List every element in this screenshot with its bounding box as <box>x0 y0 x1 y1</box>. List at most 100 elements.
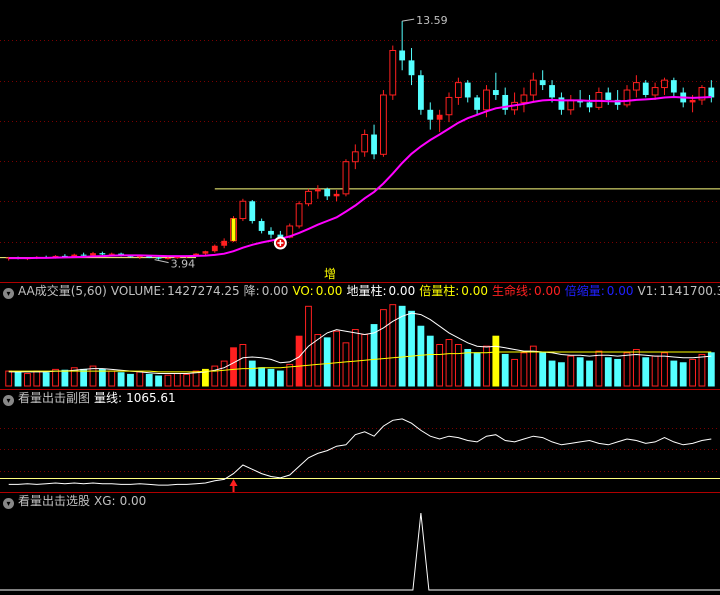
volume-bar <box>492 335 500 387</box>
volume-bar <box>295 335 303 387</box>
chevron-down-icon[interactable]: ▾ <box>3 395 14 406</box>
high-price-label: 13.59 <box>416 14 448 27</box>
volume-bar <box>267 368 275 387</box>
candle-body-up <box>108 253 115 255</box>
candle-body-down <box>80 254 87 256</box>
candle-body-up <box>529 79 537 96</box>
volume-bar <box>342 342 350 387</box>
candle-body-down <box>474 97 481 110</box>
volume-bar <box>642 357 650 387</box>
select-panel-label: XG: <box>94 494 116 508</box>
select-pane[interactable] <box>0 509 720 592</box>
price-pane[interactable]: 13.59 3.94 增 <box>0 0 720 282</box>
select-panel-title: 看量出击选股 <box>18 494 91 508</box>
volume-bar <box>445 339 453 387</box>
volume-bar <box>698 353 706 387</box>
candle-body-up <box>90 253 96 256</box>
volume-bar <box>576 357 584 387</box>
volume-bar <box>211 365 219 387</box>
volume-bar <box>539 352 547 387</box>
candle-body-up <box>661 79 668 89</box>
volume-bar <box>548 360 556 387</box>
volume-bar <box>5 370 13 387</box>
candle-body-down <box>249 201 256 222</box>
volume-bar <box>173 373 181 387</box>
candle-body-up <box>380 94 387 155</box>
candle-body-down <box>605 92 612 100</box>
volume-bar <box>155 375 162 387</box>
candle-body-down <box>539 80 546 86</box>
volume-bar <box>623 352 631 387</box>
candle-body-down <box>586 102 593 108</box>
candle-body-down <box>155 257 162 259</box>
volume-bar <box>567 355 575 387</box>
volume-panel-header: ▾ AA成交量(5,60) VOLUME: 1427274.25 降: 0.00 VO: 0.… <box>0 283 720 299</box>
breakout-candle-highlight <box>231 218 236 241</box>
volume-bar <box>145 373 153 387</box>
volume-item-value: 0.00 <box>461 284 488 298</box>
candle-body-down <box>417 75 424 110</box>
candle-body-up <box>211 245 218 252</box>
volume-bar <box>511 358 518 387</box>
xg-signal-line <box>0 512 720 591</box>
chevron-down-icon[interactable]: ▾ <box>3 288 14 299</box>
volume-bar <box>389 304 397 387</box>
volume-item-label: VOLUME: <box>110 284 166 298</box>
volume-bar <box>370 324 378 387</box>
volume-bar <box>108 370 116 387</box>
volume-bar <box>464 348 472 387</box>
volume-item-value: 0.00 <box>315 284 343 298</box>
candle-body-up <box>651 87 659 96</box>
volume-bar <box>80 368 88 387</box>
candle-body-down <box>399 50 406 61</box>
candle-body-down <box>549 85 555 98</box>
sub-indicator-chart[interactable] <box>0 406 720 492</box>
volume-bar <box>136 371 144 387</box>
candle-body-up <box>632 82 640 91</box>
volume-bar <box>117 372 125 387</box>
candle-body-up <box>520 94 528 103</box>
candle-body-up <box>689 99 696 103</box>
sub-pane[interactable] <box>0 406 720 492</box>
select-signal-chart[interactable] <box>0 509 720 592</box>
candle-body-up <box>202 251 209 254</box>
volume-bar <box>230 347 237 387</box>
volume-item-label: VO: <box>292 284 314 298</box>
volume-panel-title: AA成交量(5,60) <box>18 284 107 298</box>
volume-pane[interactable] <box>0 299 720 388</box>
volume-bar <box>707 352 715 387</box>
chevron-down-icon[interactable]: ▾ <box>3 498 14 509</box>
candle-body-up <box>567 99 575 111</box>
volume-bar <box>501 353 509 387</box>
candle-body-up <box>342 161 350 195</box>
volume-bar <box>436 344 444 387</box>
candle-body-down <box>464 82 471 98</box>
volume-chart[interactable] <box>0 299 720 388</box>
candle-body-up <box>351 151 359 163</box>
volume-item-label: 降: <box>243 284 260 298</box>
volume-item-value: 0.00 <box>261 284 289 298</box>
volume-item-label: 倍量柱: <box>419 284 460 298</box>
candlestick-chart[interactable]: 13.59 3.94 <box>0 0 720 282</box>
volume-bar <box>398 305 406 387</box>
volume-bar <box>651 355 659 387</box>
candle-body-up <box>221 240 228 246</box>
volume-bar <box>679 362 687 387</box>
volume-bar <box>127 373 134 387</box>
sub-panel-value: 1065.61 <box>126 391 176 405</box>
volume-bar <box>286 363 294 387</box>
volume-bar <box>473 352 481 387</box>
sub-panel-header: ▾ 看量出击副图 量线: 1065.61 <box>0 390 180 406</box>
volume-bar <box>258 367 266 387</box>
volume-bar <box>61 369 69 387</box>
select-panel-header: ▾ 看量出击选股 XG: 0.00 <box>0 493 150 509</box>
volume-bar <box>14 371 22 387</box>
candle-body-down <box>324 188 331 197</box>
candle-body-up <box>361 134 369 153</box>
volume-bar <box>426 335 434 387</box>
signal-label: 增 <box>324 267 337 281</box>
candle-body-up <box>295 203 303 227</box>
candle-body-up <box>436 114 443 120</box>
buy-arrow-icon <box>229 479 238 486</box>
high-marker-line <box>402 18 415 22</box>
